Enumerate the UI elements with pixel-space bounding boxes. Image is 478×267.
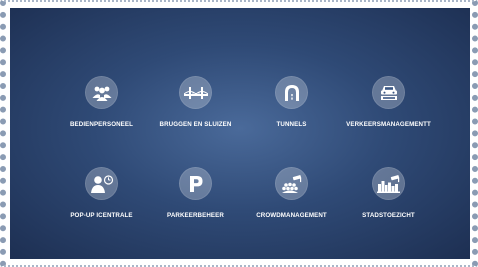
city-camera-icon <box>372 167 405 200</box>
tile-label: BEDIENPERSONEEL <box>69 121 134 128</box>
services-grid: BEDIENPERSONEEL BRUGGEN EN SLUIZEN TUNNE… <box>10 8 470 259</box>
tunnel-icon <box>275 76 308 109</box>
tile-label: PARKEERBEHEER <box>167 212 224 219</box>
tile-label: POP-UP ICENTRALE <box>70 212 133 219</box>
services-panel: BEDIENPERSONEEL BRUGGEN EN SLUIZEN TUNNE… <box>10 8 470 259</box>
tile-label: BRUGGEN EN SLUIZEN <box>159 121 232 128</box>
parking-icon <box>179 167 212 200</box>
tile-verkeersmanagementt[interactable]: VERKEERSMANAGEMENTT <box>331 76 446 128</box>
tile-label: STADSTOEZICHT <box>362 212 415 219</box>
tile-label: CROWDMANAGEMENT <box>256 212 327 219</box>
traffic-cars-icon <box>372 76 405 109</box>
tile-stadstoezicht[interactable]: STADSTOEZICHT <box>331 167 446 219</box>
people-group-icon <box>85 76 118 109</box>
tile-label: TUNNELS <box>276 121 307 128</box>
tile-label: VERKEERSMANAGEMENTT <box>346 121 431 128</box>
bridge-icon <box>179 76 212 109</box>
crowd-camera-icon <box>275 167 308 200</box>
operator-clock-icon <box>85 167 118 200</box>
